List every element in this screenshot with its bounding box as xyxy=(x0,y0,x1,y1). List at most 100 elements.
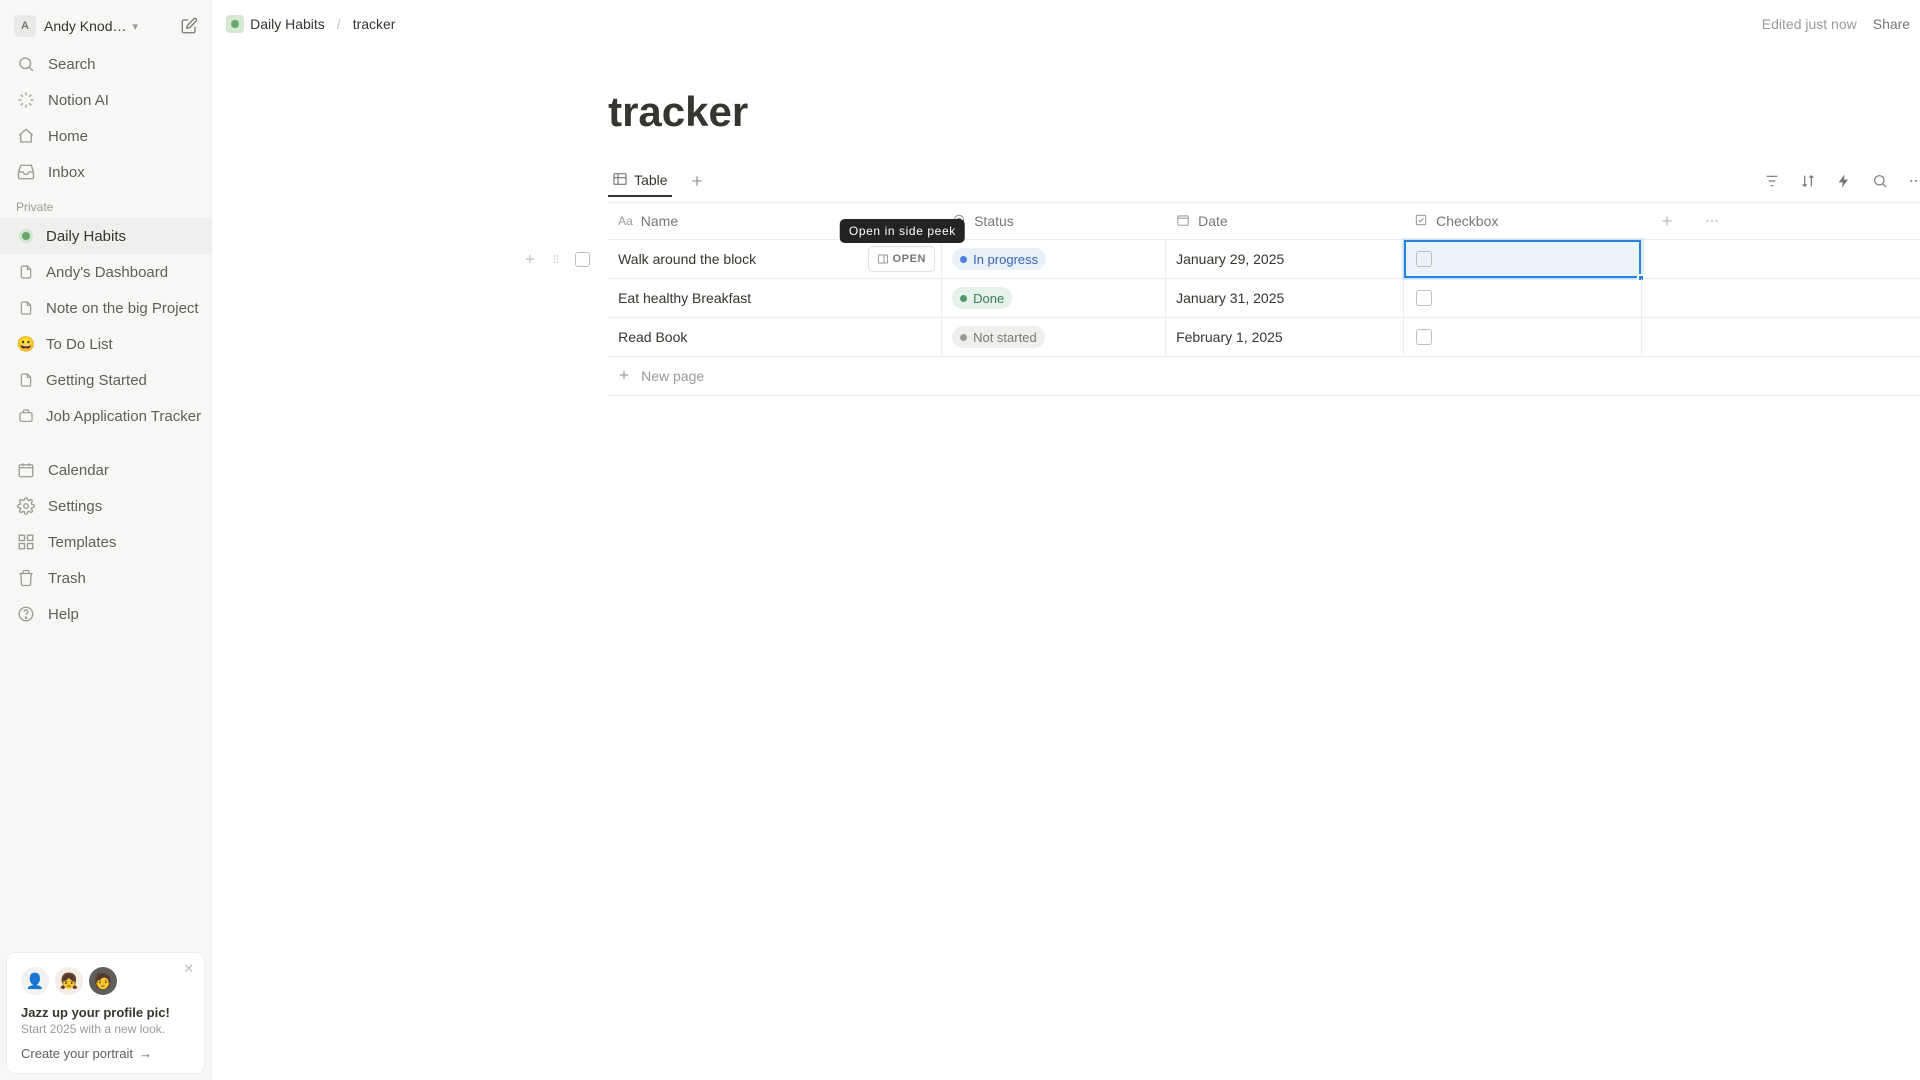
sidebar-page-label: To Do List xyxy=(46,336,113,353)
sidebar-page-label: Daily Habits xyxy=(46,228,126,245)
cell-checkbox[interactable] xyxy=(1404,240,1642,278)
sidebar-templates[interactable]: Templates xyxy=(0,524,211,560)
table-row[interactable]: Read Book Not started February 1, 2025 xyxy=(608,318,1920,357)
status-label: Not started xyxy=(973,330,1037,345)
plus-icon xyxy=(617,368,631,385)
sidebar-page-daily-habits[interactable]: Daily Habits xyxy=(0,218,211,254)
topbar: Daily Habits / tracker Edited just now S… xyxy=(212,0,1920,48)
plus-icon xyxy=(523,252,537,266)
add-column-button[interactable] xyxy=(1642,203,1692,239)
chevron-down-icon: ▾ xyxy=(133,20,139,33)
sidebar-page-andys-dashboard[interactable]: Andy's Dashboard xyxy=(0,254,211,290)
main-area: Daily Habits / tracker Edited just now S… xyxy=(212,0,1920,1080)
cell-date[interactable]: February 1, 2025 xyxy=(1166,318,1404,356)
sidebar-page-job-tracker[interactable]: Job Application Tracker xyxy=(0,398,211,434)
cell-name[interactable]: Eat healthy Breakfast xyxy=(608,279,942,317)
cell-status[interactable]: In progress xyxy=(942,240,1166,278)
sort-button[interactable] xyxy=(1796,169,1820,193)
automation-button[interactable] xyxy=(1832,169,1856,193)
promo-sub: Start 2025 with a new look. xyxy=(21,1022,190,1036)
search-button[interactable] xyxy=(1868,169,1892,193)
breadcrumb-current[interactable]: tracker xyxy=(353,16,396,32)
open-page-button[interactable]: OPEN Open in side peek xyxy=(868,246,936,272)
column-options-button[interactable] xyxy=(1692,203,1732,239)
col-header-date[interactable]: Date xyxy=(1166,203,1404,239)
sidebar-page-note-big-project[interactable]: Note on the big Project xyxy=(0,290,211,326)
drag-handle[interactable] xyxy=(546,248,566,270)
sidebar-item-label: Notion AI xyxy=(48,92,109,109)
table-row[interactable]: Eat healthy Breakfast Done January 31, 2… xyxy=(608,279,1920,318)
cell-date[interactable]: January 31, 2025 xyxy=(1166,279,1404,317)
view-tab-table[interactable]: Table xyxy=(608,165,671,197)
checkbox-icon xyxy=(1414,213,1428,230)
sidebar-notion-ai[interactable]: Notion AI xyxy=(0,82,211,118)
sidebar-item-label: Search xyxy=(48,56,96,73)
row-checkbox[interactable] xyxy=(572,248,592,270)
new-page-row[interactable]: New page xyxy=(608,357,1920,396)
text-icon: Aa xyxy=(618,214,633,228)
col-header-checkbox[interactable]: Checkbox xyxy=(1404,203,1642,239)
document-icon xyxy=(16,300,36,316)
document-icon xyxy=(16,372,36,388)
checkbox-input[interactable] xyxy=(1416,329,1432,345)
close-icon[interactable]: ✕ xyxy=(183,961,194,977)
cell-name[interactable]: Walk around the block OPEN Open in side … xyxy=(608,240,942,278)
checkbox-input[interactable] xyxy=(1416,251,1432,267)
view-tab-label: Table xyxy=(634,172,667,188)
add-view-button[interactable] xyxy=(686,170,708,192)
checkbox-input[interactable] xyxy=(1416,290,1432,306)
share-button[interactable]: Share xyxy=(1873,16,1910,32)
promo-link[interactable]: Create your portrait → xyxy=(21,1046,190,1061)
breadcrumb-root[interactable]: Daily Habits xyxy=(250,16,325,32)
table-row[interactable]: Walk around the block OPEN Open in side … xyxy=(608,240,1920,279)
status-dot xyxy=(960,334,967,341)
workspace-switcher[interactable]: A Andy Knod… ▾ xyxy=(0,8,211,44)
add-row-button[interactable] xyxy=(520,248,540,270)
sidebar-help[interactable]: Help xyxy=(0,596,211,632)
sidebar: A Andy Knod… ▾ Search Notion AI Home Inb… xyxy=(0,0,212,1080)
sidebar-page-getting-started[interactable]: Getting Started xyxy=(0,362,211,398)
sort-icon xyxy=(1800,173,1816,189)
filter-button[interactable] xyxy=(1760,169,1784,193)
sidebar-calendar[interactable]: Calendar xyxy=(0,452,211,488)
sidebar-page-label: Note on the big Project xyxy=(46,300,199,317)
options-button[interactable] xyxy=(1904,169,1920,193)
promo-avatars: 👤👧🧑 xyxy=(21,967,190,995)
col-label: Date xyxy=(1198,213,1228,229)
status-label: In progress xyxy=(973,252,1038,267)
sidebar-page-todo-list[interactable]: 😀 To Do List xyxy=(0,326,211,362)
sidebar-page-label: Andy's Dashboard xyxy=(46,264,168,281)
promo-card: ✕ 👤👧🧑 Jazz up your profile pic! Start 20… xyxy=(6,952,205,1074)
calendar-icon xyxy=(1176,213,1190,230)
sidebar-home[interactable]: Home xyxy=(0,118,211,154)
filter-icon xyxy=(1764,173,1780,189)
cell-status[interactable]: Done xyxy=(942,279,1166,317)
sidebar-item-label: Help xyxy=(48,606,79,623)
search-icon xyxy=(16,55,36,73)
new-page-button[interactable] xyxy=(177,14,201,38)
col-header-status[interactable]: Status xyxy=(942,203,1166,239)
page-title[interactable]: tracker xyxy=(212,48,1920,160)
sidebar-search[interactable]: Search xyxy=(0,46,211,82)
more-icon xyxy=(1908,173,1920,189)
page-icon xyxy=(226,15,244,33)
row-hover-controls xyxy=(520,248,592,270)
trash-icon xyxy=(16,569,36,587)
gear-icon xyxy=(16,497,36,515)
sidebar-item-label: Home xyxy=(48,128,88,145)
bolt-icon xyxy=(1836,173,1852,189)
sidebar-item-label: Calendar xyxy=(48,462,109,479)
sidebar-inbox[interactable]: Inbox xyxy=(0,154,211,190)
cell-checkbox[interactable] xyxy=(1404,318,1642,356)
cell-checkbox[interactable] xyxy=(1404,279,1642,317)
tooltip: Open in side peek xyxy=(840,219,965,243)
templates-icon xyxy=(16,533,36,551)
cell-date[interactable]: January 29, 2025 xyxy=(1166,240,1404,278)
sidebar-settings[interactable]: Settings xyxy=(0,488,211,524)
cell-name[interactable]: Read Book xyxy=(608,318,942,356)
table-icon xyxy=(612,171,628,190)
breadcrumb-sep: / xyxy=(337,16,341,32)
breadcrumb[interactable]: Daily Habits / tracker xyxy=(226,15,395,33)
sidebar-trash[interactable]: Trash xyxy=(0,560,211,596)
cell-status[interactable]: Not started xyxy=(942,318,1166,356)
